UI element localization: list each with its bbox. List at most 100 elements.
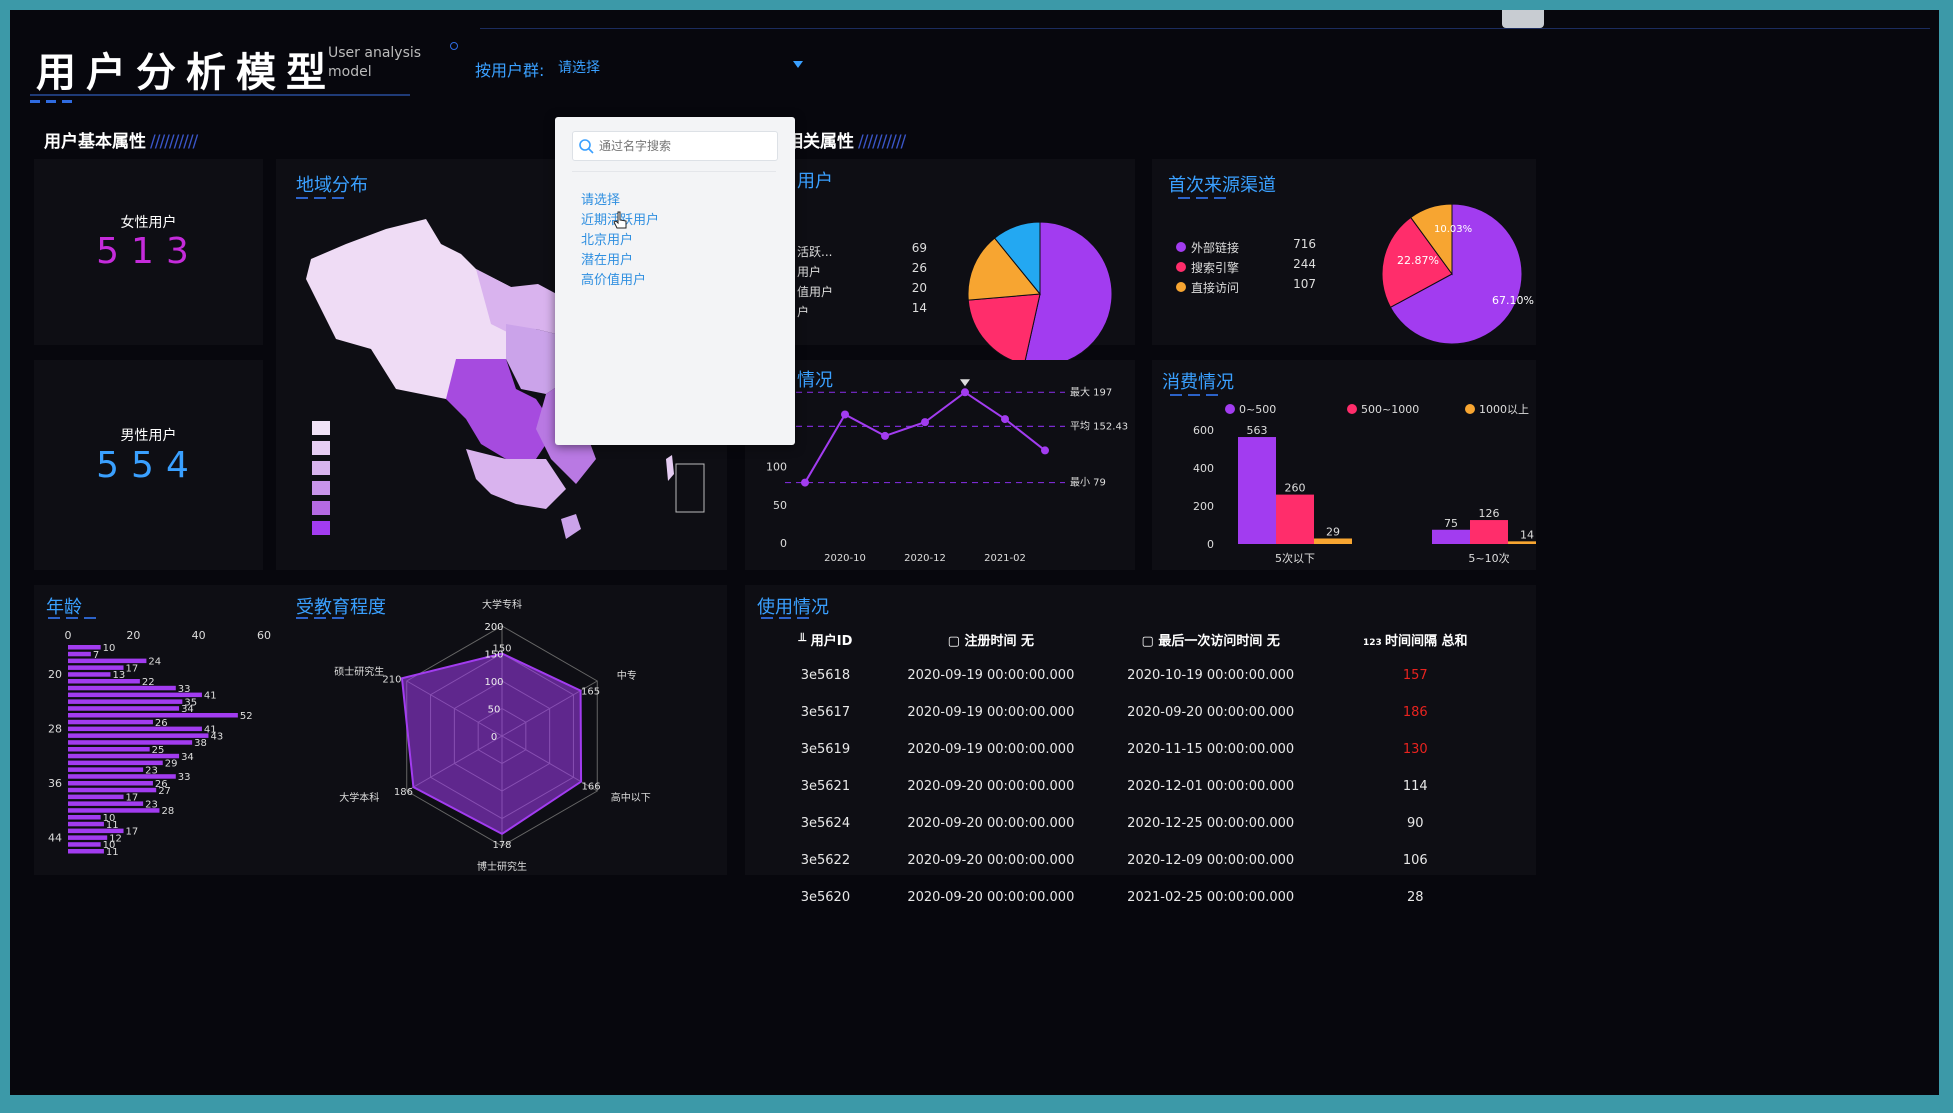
- table-header-row: ╨ 用户ID ▢ 注册时间 无 ▢ 最后一次访问时间 无 123 时间间隔 总和: [765, 621, 1505, 657]
- bar: [68, 706, 180, 711]
- cell-register-time: 2020-09-19 00:00:00.000: [907, 705, 1075, 720]
- user-group-select[interactable]: 请选择: [558, 57, 803, 79]
- bar-value-label: 34: [181, 752, 194, 763]
- legend-swatch: [312, 501, 330, 515]
- dropdown-search-input[interactable]: [597, 136, 771, 156]
- y-tick-label: 200: [1193, 500, 1214, 513]
- bar-value-label: 29: [1326, 525, 1340, 538]
- radar-axis-label: 大学本科: [339, 791, 379, 804]
- age-bar-chart: 0 20 40 60107241713223341353452264143382534…: [48, 629, 271, 858]
- radar-value-label: 178: [492, 840, 511, 851]
- active-users-legend: 活跃... 69 用户 26 值用户 20 户 14: [797, 241, 927, 321]
- bar-value-label: 33: [178, 772, 191, 783]
- cell-user-id: 3e5618: [800, 668, 851, 683]
- table-row[interactable]: 3e5624 2020-09-20 00:00:00.000 2020-12-25 …: [765, 805, 1505, 842]
- female-value: 513: [96, 231, 201, 272]
- bar: [68, 679, 140, 684]
- education-panel: 受教育程度 大学专科 中专 高中以下 博士研究生 大学本科 硕士研究生 150 165 166 1…: [274, 585, 727, 875]
- table-row[interactable]: 3e5622 2020-09-20 00:00:00.000 2020-12-09 …: [765, 842, 1505, 879]
- cell-user-id: 3e5621: [800, 779, 851, 794]
- header-deco-circle: [450, 42, 458, 50]
- consumption-bar-chart: 0~500 500~1000 1000以上 600 400 200 0 563 260 29 5次以…: [1193, 403, 1536, 565]
- cell-user-id: 3e5617: [800, 705, 851, 720]
- bar: [68, 787, 157, 793]
- dropdown-search-box[interactable]: [572, 131, 778, 161]
- bar: [68, 719, 153, 725]
- legend-dot: [1347, 404, 1357, 414]
- legend-label: 外部链接: [1191, 241, 1240, 255]
- dropdown-option[interactable]: 北京用户: [581, 229, 633, 248]
- bar: [68, 672, 111, 677]
- legend-value: 244: [1293, 257, 1316, 271]
- consumption-panel: 消费情况 0~500 500~1000 1000以上 600 400 200 0 563 260…: [1152, 360, 1536, 570]
- table-row[interactable]: 3e5618 2020-09-19 00:00:00.000 2020-10-19 …: [765, 657, 1505, 694]
- legend-swatch: [312, 521, 330, 535]
- bar-value-label: 126: [1479, 507, 1500, 520]
- data-point: [1041, 446, 1049, 455]
- bar-value-label: 41: [204, 691, 217, 702]
- dropdown-option[interactable]: 高价值用户: [581, 269, 646, 288]
- bar-value-label: 24: [148, 657, 161, 668]
- bar: [68, 699, 183, 704]
- radar-ring-label: 50: [488, 705, 501, 716]
- bar: [68, 821, 104, 827]
- bar: [68, 835, 108, 840]
- top-right-collapse-button[interactable]: [1502, 10, 1544, 28]
- table-row[interactable]: 3e5619 2020-09-19 00:00:00.000 2020-11-15 …: [765, 731, 1505, 768]
- column-header-interval[interactable]: 123 时间间隔 总和: [1326, 621, 1505, 657]
- radar-value-label: 210: [382, 674, 401, 685]
- bar-value-label: 17: [126, 827, 139, 838]
- header-deco-line: [30, 94, 410, 96]
- column-header-last-visit[interactable]: ▢ 最后一次访问时间 无: [1096, 621, 1326, 657]
- female-panel: 女性用户 513: [34, 159, 263, 345]
- data-point: [841, 410, 849, 419]
- legend-value: 20: [911, 281, 927, 295]
- dropdown-option[interactable]: 潜在用户: [581, 249, 633, 268]
- cell-last-visit: 2020-11-15 00:00:00.000: [1127, 742, 1295, 757]
- cell-last-visit: 2020-10-19 00:00:00.000: [1127, 668, 1295, 683]
- cell-user-id: 3e5624: [800, 816, 851, 831]
- bar-value-label: 14: [1520, 528, 1534, 541]
- visits-line-chart: 100 50 0 最大 197 平均 152.43 最小 79 2020-10 2020-12…: [766, 379, 1128, 564]
- column-header-register-time[interactable]: ▢ 注册时间 无: [886, 621, 1096, 657]
- bar: [1238, 437, 1276, 544]
- x-tick-label: 5次以下: [1275, 551, 1315, 565]
- radar-ring-label: 0: [491, 732, 497, 743]
- y-tick-label: 600: [1193, 424, 1214, 437]
- x-tick-label: 2020-12: [904, 553, 946, 564]
- cell-register-time: 2020-09-20 00:00:00.000: [907, 853, 1075, 868]
- y-tick-label: 20: [48, 668, 62, 681]
- radar-axis-label: 博士研究生: [477, 860, 527, 873]
- x-tick-label: 2021-02: [984, 553, 1026, 564]
- source-panel: 首次来源渠道 外部链接 716 搜索引擎 244 直接访问 107 67.10% 22.…: [1152, 159, 1536, 345]
- bar: [68, 815, 101, 820]
- table-row[interactable]: 3e5621 2020-09-20 00:00:00.000 2020-12-01 …: [765, 768, 1505, 805]
- cell-interval: 130: [1402, 742, 1428, 757]
- x-tick-label: 2020-10: [824, 553, 866, 564]
- bar: [68, 767, 144, 772]
- legend-label: 用户: [797, 265, 822, 279]
- active-users-title: 用户: [797, 171, 833, 192]
- dropdown-option[interactable]: 请选择: [581, 189, 620, 208]
- legend-row: 外部链接 716: [1176, 237, 1316, 257]
- bar-value-label: 11: [106, 847, 119, 858]
- legend-swatch: [312, 461, 330, 475]
- legend-row: 用户 26: [797, 261, 927, 281]
- table-row[interactable]: 3e5617 2020-09-19 00:00:00.000 2020-09-20 …: [765, 694, 1505, 731]
- column-header-user-id[interactable]: ╨ 用户ID: [765, 621, 886, 657]
- id-icon: ╨: [798, 633, 811, 649]
- legend-dot: [1176, 262, 1186, 272]
- data-point: [801, 478, 809, 487]
- column-header-label: 最后一次访问时间 无: [1158, 633, 1280, 649]
- cell-user-id: 3e5619: [800, 742, 851, 757]
- legend-label: 值用户: [797, 285, 834, 299]
- bar: [1470, 520, 1508, 544]
- legend-row: 搜索引擎 244: [1176, 257, 1316, 277]
- male-label: 男性用户: [120, 428, 177, 444]
- cell-last-visit: 2020-09-20 00:00:00.000: [1127, 705, 1295, 720]
- x-tick-label: 0: [65, 629, 72, 642]
- table-row[interactable]: 3e5620 2020-09-20 00:00:00.000 2021-02-25 …: [765, 879, 1505, 916]
- legend-label: 户: [797, 305, 810, 319]
- usage-title: 使用情况: [757, 597, 829, 618]
- bar-value-label: 260: [1285, 482, 1306, 495]
